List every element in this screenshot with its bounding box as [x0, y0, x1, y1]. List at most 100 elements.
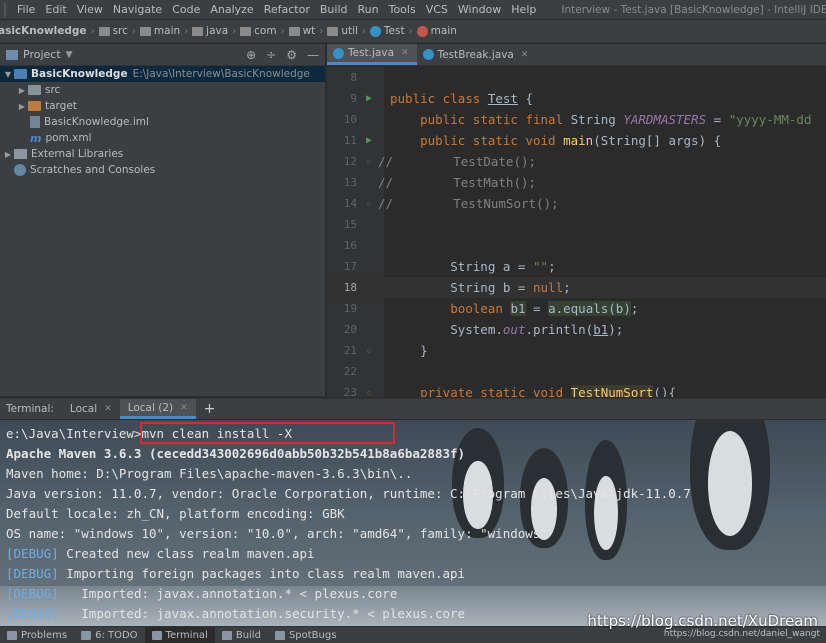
collapse-icon[interactable]: ÷: [266, 48, 276, 62]
crumb-src[interactable]: src: [98, 25, 128, 37]
terminal-tab-local-2[interactable]: Local (2) ✕: [119, 399, 196, 419]
line-number: 8: [350, 71, 357, 84]
menu-run[interactable]: Run: [353, 3, 384, 16]
run-gutter-icon[interactable]: ▶: [363, 93, 375, 104]
chevron-right-icon: ›: [319, 25, 324, 37]
tree-label: pom.xml: [45, 132, 92, 144]
class-icon: [369, 25, 381, 37]
crumb-label: main: [153, 25, 181, 37]
debug-text: Created new class realm maven.api: [58, 545, 315, 561]
todo-icon: [81, 630, 92, 640]
crumb-main-method[interactable]: main: [416, 25, 457, 37]
chevron-right-icon: ›: [232, 25, 237, 37]
folder-icon: [192, 26, 204, 36]
crumb-label: src: [112, 25, 128, 37]
tree-item-src[interactable]: ▶ src: [0, 82, 325, 98]
close-icon[interactable]: ✕: [521, 50, 529, 60]
terminal-debug-line: [DEBUG] Imported: javax.annotation.secur…: [6, 603, 465, 623]
terminal-button[interactable]: Terminal: [144, 627, 215, 643]
penguin-background-image: [690, 420, 770, 550]
menu-code[interactable]: Code: [167, 3, 205, 16]
code-line: 13 // TestMath();: [327, 172, 826, 193]
fold-icon[interactable]: ◇: [363, 157, 375, 166]
bug-icon: [274, 630, 285, 640]
chevron-right-icon: ›: [90, 25, 95, 37]
terminal-output[interactable]: e:\Java\Interview> mvn clean install -X A…: [0, 420, 826, 626]
gear-icon[interactable]: ⚙: [286, 48, 297, 62]
terminal-tab-local[interactable]: Local ✕: [62, 399, 120, 419]
fold-icon[interactable]: ◇: [363, 199, 375, 208]
expand-arrow-icon[interactable]: ▼: [2, 70, 14, 79]
crumb-project[interactable]: asicKnowledge: [0, 25, 87, 37]
menu-window[interactable]: Window: [453, 3, 506, 16]
terminal-line: OS name: "windows 10", version: "10.0", …: [6, 525, 548, 541]
tree-label: External Libraries: [31, 148, 124, 160]
project-view-selector[interactable]: Project: [23, 48, 61, 61]
crumb-java[interactable]: java: [192, 25, 228, 37]
fold-icon[interactable]: ◇: [363, 388, 375, 397]
tree-item-scratches[interactable]: Scratches and Consoles: [0, 162, 325, 178]
tree-label: src: [45, 84, 61, 96]
todo-button[interactable]: 6: TODO: [74, 627, 144, 643]
close-icon[interactable]: ✕: [180, 403, 188, 413]
debug-text: Imported: javax.annotation.security.* < …: [58, 605, 466, 621]
project-icon: [6, 49, 18, 60]
debug-text: Importing foreign packages into class re…: [58, 565, 466, 581]
menu-help[interactable]: Help: [506, 3, 541, 16]
locate-icon[interactable]: ⊕: [246, 48, 256, 62]
spotbugs-button[interactable]: SpotBugs: [268, 627, 344, 643]
tree-item-target[interactable]: ▶ target: [0, 98, 325, 114]
menu-tools[interactable]: Tools: [384, 3, 421, 16]
tree-root[interactable]: ▼ BasicKnowledge E:\Java\Interview\Basic…: [0, 66, 325, 82]
project-panel-header: Project ▼ ⊕ ÷ ⚙ —: [0, 44, 325, 66]
tree-item-external-libraries[interactable]: ▶ External Libraries: [0, 146, 325, 162]
class-icon: [333, 47, 344, 59]
close-icon[interactable]: ✕: [104, 404, 112, 414]
menu-navigate[interactable]: Navigate: [108, 3, 167, 16]
expand-arrow-icon[interactable]: ▶: [16, 102, 28, 111]
menu-vcs[interactable]: VCS: [421, 3, 453, 16]
crumb-label: main: [430, 25, 457, 37]
line-number: 17: [343, 260, 357, 273]
crumb-com[interactable]: com: [240, 25, 277, 37]
menu-edit[interactable]: Edit: [40, 3, 71, 16]
menu-analyze[interactable]: Analyze: [205, 3, 258, 16]
menu-build[interactable]: Build: [315, 3, 353, 16]
crumb-wt[interactable]: wt: [288, 25, 315, 37]
folder-icon: [240, 26, 252, 36]
expand-arrow-icon[interactable]: ▶: [16, 86, 28, 95]
new-terminal-button[interactable]: +: [204, 401, 216, 417]
tree-label: target: [45, 100, 77, 112]
menu-view[interactable]: View: [72, 3, 108, 16]
code-line: 11 ▶ public static void main(String[] arg…: [327, 130, 826, 151]
terminal-debug-line: [DEBUG] Importing foreign packages into …: [6, 563, 465, 583]
folder-icon: [139, 26, 151, 36]
menu-file[interactable]: File: [12, 3, 40, 16]
folder-icon: [288, 26, 300, 36]
hide-icon[interactable]: —: [307, 48, 319, 62]
crumb-test[interactable]: Test: [369, 25, 405, 37]
crumb-label: Test: [383, 25, 405, 37]
tree-item-iml[interactable]: BasicKnowledge.iml: [0, 114, 325, 130]
crumb-main[interactable]: main: [139, 25, 181, 37]
crumb-label: java: [206, 25, 229, 37]
menu-refactor[interactable]: Refactor: [259, 3, 315, 16]
code-line: 8: [327, 67, 826, 88]
line-number: 12: [343, 155, 357, 168]
code-editor[interactable]: 8 9 ▶ public class Test { 10 public stati…: [327, 67, 826, 397]
run-gutter-icon[interactable]: ▶: [363, 135, 375, 146]
dropdown-arrow-icon[interactable]: ▼: [66, 50, 73, 60]
crumb-util[interactable]: util: [327, 25, 358, 37]
expand-arrow-icon[interactable]: ▶: [2, 150, 14, 159]
tree-item-pom[interactable]: m pom.xml: [0, 130, 325, 146]
window-title: Interview - Test.java [BasicKnowledge] -…: [561, 3, 826, 16]
crumb-label: util: [341, 25, 358, 37]
tab-testbreak-java[interactable]: TestBreak.java ✕: [417, 44, 537, 65]
code-line: 17 String a = "";: [327, 256, 826, 277]
problems-button[interactable]: Problems: [0, 627, 74, 643]
tab-test-java[interactable]: Test.java ✕: [327, 44, 417, 65]
terminal-label: Terminal:: [6, 403, 54, 415]
close-icon[interactable]: ✕: [401, 48, 409, 58]
build-button[interactable]: Build: [215, 627, 268, 643]
fold-icon[interactable]: ◇: [363, 346, 375, 355]
